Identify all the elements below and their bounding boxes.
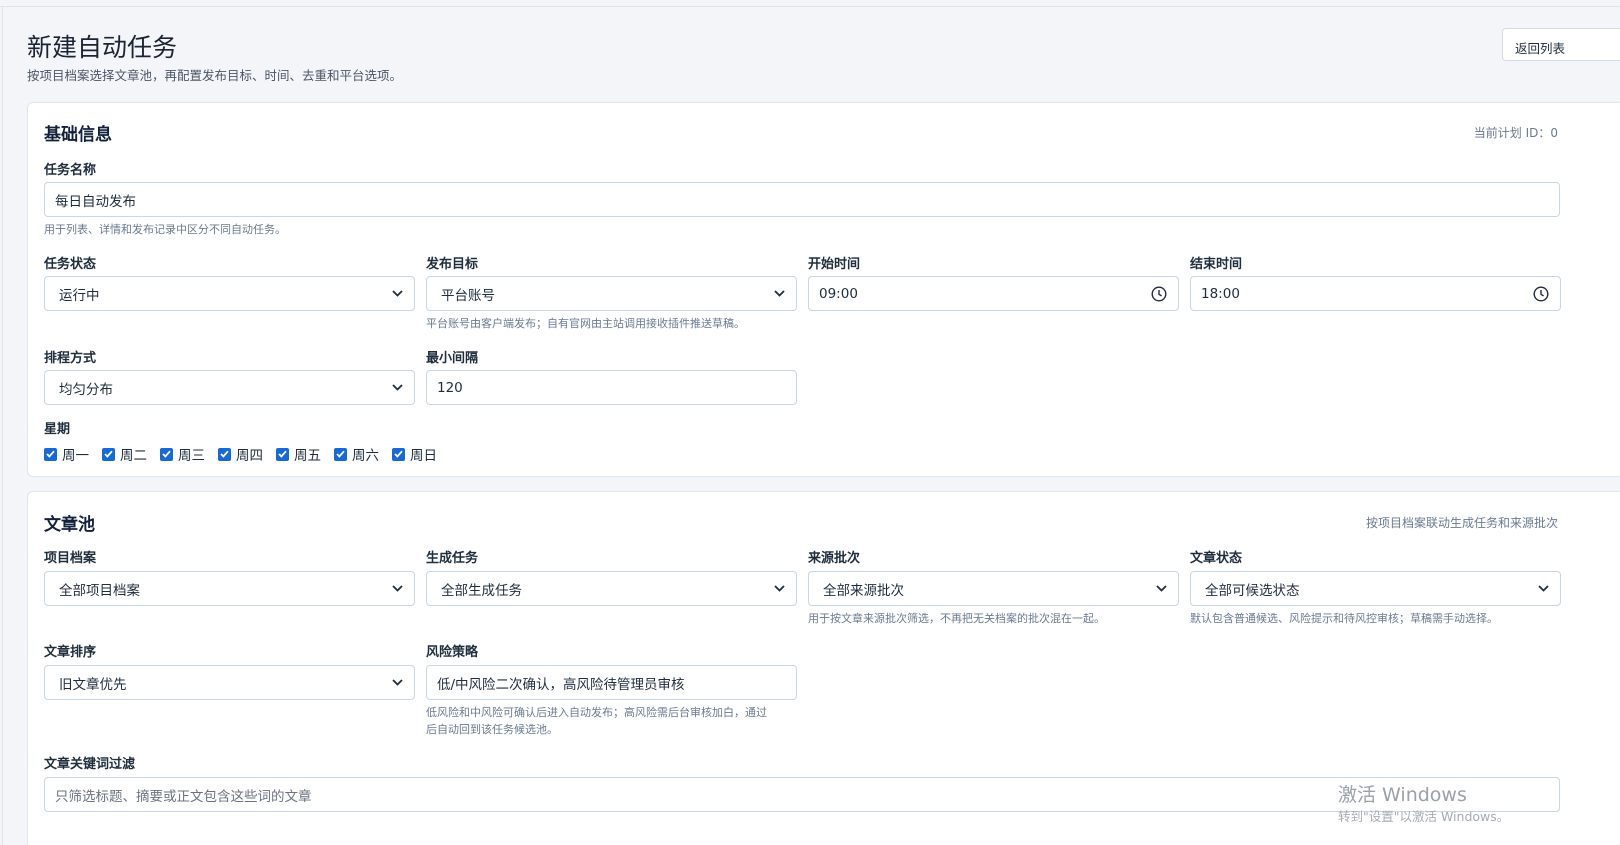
schedule-select[interactable]: 均匀分布	[44, 370, 415, 405]
page-subtitle: 按项目档案选择文章池，再配置发布目标、时间、去重和平台选项。	[27, 68, 403, 83]
source-batch-label: 来源批次	[808, 551, 861, 566]
weekday-thu[interactable]: 周四	[218, 444, 263, 464]
article-status-label: 文章状态	[1190, 551, 1243, 566]
start-time-label: 开始时间	[808, 257, 861, 272]
section-title-basic: 基础信息	[44, 125, 112, 145]
interval-input[interactable]: 120	[426, 370, 797, 405]
status-select[interactable]: 运行中	[44, 276, 415, 311]
risk-value: 低/中风险二次确认，高风险待管理员审核	[437, 676, 685, 693]
task-name-label: 任务名称	[44, 163, 97, 178]
schedule-label: 排程方式	[44, 351, 97, 366]
chevron-down-icon	[390, 287, 404, 301]
weekday-label: 周五	[294, 448, 321, 464]
article-status-value: 全部可候选状态	[1205, 582, 1300, 599]
weekday-sat[interactable]: 周六	[334, 444, 379, 464]
checkbox-checked-icon[interactable]	[44, 447, 57, 461]
project-select[interactable]: 全部项目档案	[44, 571, 415, 606]
sort-select[interactable]: 旧文章优先	[44, 665, 415, 700]
basic-info-card: 基础信息 当前计划 ID：0 任务名称 每日自动发布 用于列表、详情和发布记录中…	[27, 102, 1620, 477]
sort-label: 文章排序	[44, 645, 97, 660]
start-time-value: 09:00	[819, 285, 858, 302]
chevron-down-icon	[772, 582, 786, 596]
checkbox-checked-icon[interactable]	[334, 447, 347, 461]
project-label: 项目档案	[44, 551, 97, 566]
keyword-input[interactable]: 只筛选标题、摘要或正文包含这些词的文章	[44, 777, 1560, 812]
pool-note: 按项目档案联动生成任务和来源批次	[1365, 516, 1558, 530]
clock-icon[interactable]	[1532, 285, 1550, 303]
weekday-sun[interactable]: 周日	[392, 444, 437, 464]
clock-icon[interactable]	[1150, 285, 1168, 303]
checkbox-checked-icon[interactable]	[392, 447, 405, 461]
weekday-mon[interactable]: 周一	[44, 444, 89, 464]
task-name-input[interactable]: 每日自动发布	[44, 182, 1560, 217]
end-time-value: 18:00	[1201, 285, 1240, 302]
sort-value: 旧文章优先	[59, 676, 127, 693]
source-batch-help: 用于按文章来源批次筛选，不再把无关档案的批次混在一起。	[808, 612, 1105, 625]
source-batch-value: 全部来源批次	[823, 582, 904, 599]
end-time-label: 结束时间	[1190, 257, 1243, 272]
status-value: 运行中	[59, 287, 100, 304]
section-title-pool: 文章池	[44, 515, 95, 535]
checkbox-checked-icon[interactable]	[160, 447, 173, 461]
target-help: 平台账号由客户端发布；自有官网由主站调用接收插件推送草稿。	[426, 317, 745, 330]
chevron-down-icon	[1154, 582, 1168, 596]
risk-label: 风险策略	[426, 645, 479, 660]
back-to-list-button[interactable]: 返回列表	[1502, 28, 1620, 61]
chevron-down-icon	[390, 582, 404, 596]
plan-id-note: 当前计划 ID：0	[1473, 126, 1558, 140]
target-value: 平台账号	[441, 287, 495, 304]
checkbox-checked-icon[interactable]	[218, 447, 231, 461]
top-divider	[0, 6, 1620, 7]
windows-activation-watermark: 激活 Windows	[1338, 784, 1467, 806]
end-time-input[interactable]: 18:00	[1190, 276, 1561, 311]
checkbox-checked-icon[interactable]	[276, 447, 289, 461]
weekdays-label: 星期	[44, 422, 71, 437]
article-status-help: 默认包含普通候选、风险提示和待风控审核；草稿需手动选择。	[1190, 612, 1498, 625]
left-divider	[2, 6, 3, 845]
risk-input[interactable]: 低/中风险二次确认，高风险待管理员审核	[426, 665, 797, 700]
interval-label: 最小间隔	[426, 351, 479, 366]
status-label: 任务状态	[44, 257, 97, 272]
weekday-fri[interactable]: 周五	[276, 444, 321, 464]
interval-value: 120	[437, 379, 463, 396]
weekday-wed[interactable]: 周三	[160, 444, 205, 464]
weekday-label: 周三	[178, 448, 205, 464]
weekday-label: 周二	[120, 448, 147, 464]
article-status-select[interactable]: 全部可候选状态	[1190, 571, 1561, 606]
weekday-tue[interactable]: 周二	[102, 444, 147, 464]
gen-task-label: 生成任务	[426, 551, 479, 566]
weekday-checkboxes: 周一 周二 周三 周四 周五 周六 周日	[44, 444, 450, 464]
checkbox-checked-icon[interactable]	[102, 447, 115, 461]
weekday-label: 周六	[352, 448, 379, 464]
target-label: 发布目标	[426, 257, 479, 272]
risk-help-line2: 后自动回到该任务候选池。	[426, 723, 558, 736]
keyword-placeholder: 只筛选标题、摘要或正文包含这些词的文章	[55, 788, 312, 805]
gen-task-value: 全部生成任务	[441, 582, 522, 599]
weekday-label: 周四	[236, 448, 263, 464]
schedule-value: 均匀分布	[59, 381, 113, 398]
weekday-label: 周日	[410, 448, 437, 464]
task-name-value: 每日自动发布	[55, 193, 136, 210]
target-select[interactable]: 平台账号	[426, 276, 797, 311]
gen-task-select[interactable]: 全部生成任务	[426, 571, 797, 606]
task-name-help: 用于列表、详情和发布记录中区分不同自动任务。	[44, 223, 286, 236]
chevron-down-icon	[1536, 582, 1550, 596]
windows-activation-hint: 转到"设置"以激活 Windows。	[1338, 809, 1510, 824]
weekday-label: 周一	[62, 448, 89, 464]
page-title: 新建自动任务	[27, 33, 178, 62]
start-time-input[interactable]: 09:00	[808, 276, 1179, 311]
chevron-down-icon	[390, 676, 404, 690]
chevron-down-icon	[390, 381, 404, 395]
risk-help-line1: 低风险和中风险可确认后进入自动发布；高风险需后台审核加白，通过	[426, 706, 767, 719]
source-batch-select[interactable]: 全部来源批次	[808, 571, 1179, 606]
keyword-label: 文章关键词过滤	[44, 757, 136, 772]
chevron-down-icon	[772, 287, 786, 301]
project-value: 全部项目档案	[59, 582, 140, 599]
